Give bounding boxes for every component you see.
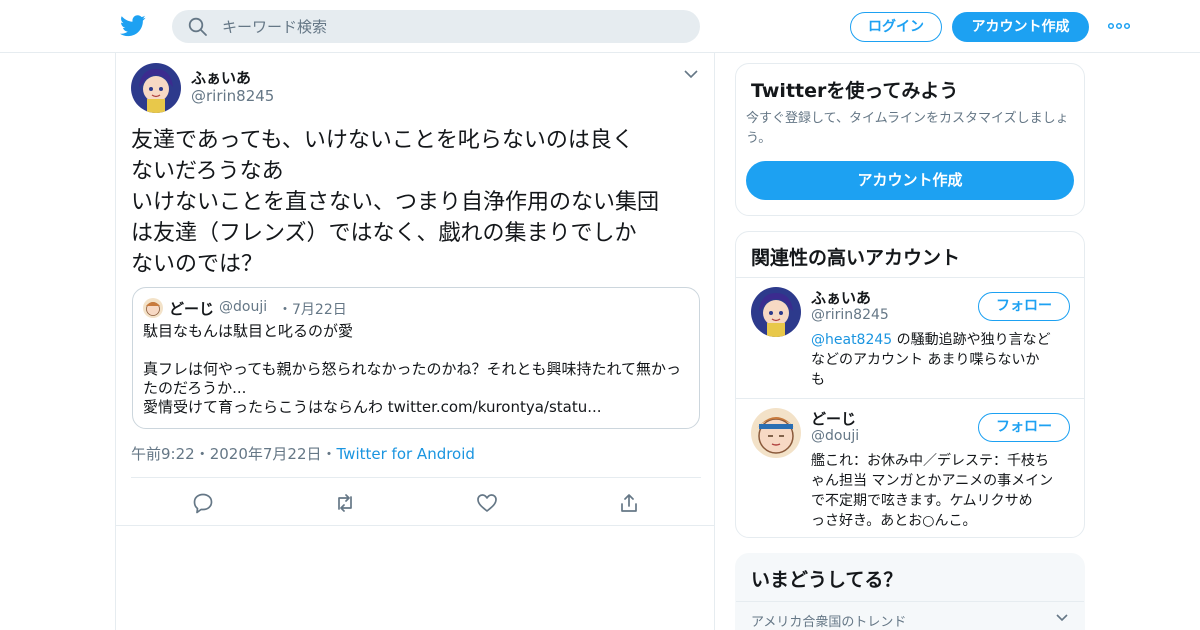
trends-title: いまどうしてる？ [751, 569, 903, 591]
twitter-bird-logo-icon[interactable] [120, 14, 146, 38]
chevron-down-icon[interactable] [1056, 614, 1068, 622]
quoted-text: 駄目なもんは駄目と叱るのが愛 真フレは何やっても親から怒られなかったのかね？それ… [143, 322, 682, 416]
create-account-button[interactable]: アカウント作成 [746, 161, 1074, 200]
chevron-down-icon[interactable] [684, 69, 698, 79]
account-bio: @heat8245 の騒動追跡や独り言など などのアカウント あまり喋らないか … [811, 330, 1069, 390]
account-handle[interactable]: @ririn8245 [811, 307, 889, 323]
anime-avatar-icon [131, 63, 181, 113]
retweet-icon[interactable] [334, 492, 356, 514]
bio-mention-link[interactable]: @heat8245 [811, 332, 892, 348]
quoted-author-handle: @douji [219, 299, 268, 315]
follow-button[interactable]: フォロー [978, 292, 1070, 321]
tweet-author-handle[interactable]: @ririn8245 [191, 87, 274, 105]
trends-card: いまどうしてる？ アメリカ合衆国のトレンド [735, 553, 1085, 630]
avatar[interactable] [751, 408, 801, 458]
follow-button[interactable]: フォロー [978, 413, 1070, 442]
cartoon-avatar-icon [143, 298, 163, 318]
quoted-author-name: どーじ [169, 300, 215, 318]
quoted-date: ・7月22日 [278, 302, 347, 318]
top-bar: ログイン アカウント作成 [0, 0, 1200, 53]
tweet-source-link[interactable]: Twitter for Android [337, 445, 475, 463]
avatar [143, 298, 163, 318]
divider [736, 277, 1084, 278]
more-options-icon[interactable] [1108, 22, 1130, 30]
tweet-column: ふぁいあ @ririn8245 友達であっても、いけないことを叱らないのは良く … [115, 53, 715, 630]
tweet-text: 友達であっても、いけないことを叱らないのは良く ないだろうなあ いけないことを直… [131, 128, 660, 277]
account-bio: 艦これ：お休み中／デレステ：千枝ち ゃん担当 マンガとかアニメの事メイン で不定… [811, 453, 1054, 529]
account-handle[interactable]: @douji [811, 428, 859, 444]
like-heart-icon[interactable] [476, 492, 498, 514]
tweet-actions [116, 478, 714, 526]
search-input[interactable] [222, 10, 682, 43]
signup-card: Twitterを使ってみよう 今すぐ登録して、タイムラインをカスタマイズしましょ… [735, 63, 1085, 216]
quoted-tweet[interactable]: どーじ @douji ・7月22日 駄目なもんは駄目と叱るのが愛 真フレは何やっ… [132, 287, 700, 429]
share-icon[interactable] [618, 492, 640, 514]
account-name[interactable]: どーじ [811, 408, 856, 429]
reply-icon[interactable] [192, 492, 214, 514]
avatar[interactable] [751, 287, 801, 337]
anime-avatar-icon [751, 287, 801, 337]
divider [736, 601, 1084, 602]
signup-card-description: 今すぐ登録して、タイムラインをカスタマイズしましょう。 [746, 111, 1069, 146]
divider [736, 398, 1084, 399]
related-accounts-title: 関連性の高いアカウント [751, 247, 961, 269]
tweet-author-name[interactable]: ふぁいあ [191, 67, 251, 88]
login-button[interactable]: ログイン [850, 12, 942, 42]
signup-card-title: Twitterを使ってみよう [751, 80, 959, 102]
tweet-meta: 午前9:22・2020年7月22日・Twitter for Android [131, 443, 475, 464]
tweet-time: 午前9:22 [131, 445, 195, 463]
tweet-date: ・2020年7月22日・ [194, 445, 337, 463]
signup-button[interactable]: アカウント作成 [952, 12, 1089, 42]
account-name[interactable]: ふぁいあ [811, 287, 871, 308]
cartoon-avatar-icon [751, 408, 801, 458]
search-icon [188, 17, 207, 36]
trends-location[interactable]: アメリカ合衆国のトレンド [751, 611, 906, 630]
related-accounts-card: 関連性の高いアカウント ふぁいあ @ririn8245 フォロー @heat82… [735, 231, 1085, 538]
avatar[interactable] [131, 63, 181, 113]
